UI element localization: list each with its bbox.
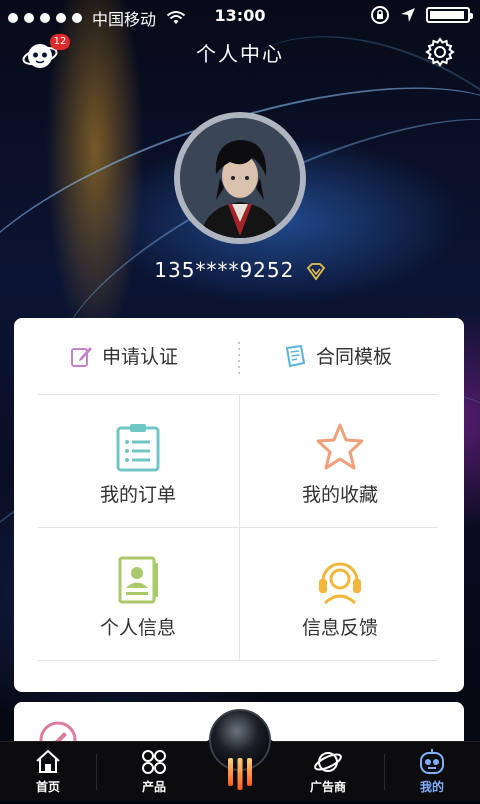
page-title: 个人中心 [196,42,284,66]
tab-products[interactable]: 产品 [106,742,202,801]
rocket-orb-icon [206,709,274,800]
contract-template-icon [285,344,306,367]
divider [38,660,438,661]
contract-template-label: 合同模板 [316,346,393,368]
divider-dots [238,340,240,376]
tab-home-label: 首页 [35,780,60,794]
tab-divider [96,754,97,790]
apply-certification-label: 申请认证 [102,346,179,368]
contract-template-button[interactable]: 合同模板 [284,342,392,369]
robot-icon [420,749,444,774]
username-row: 135****9252 [0,258,480,282]
my-favorites-button[interactable]: 我的收藏 [240,422,440,507]
products-icon [142,750,166,774]
clipboard-order-icon [116,424,160,472]
gear-icon [425,37,455,67]
center-launch-button[interactable] [200,706,280,800]
my-orders-button[interactable]: 我的订单 [38,422,238,507]
feedback-button[interactable]: 信息反馈 [240,555,440,640]
personal-info-button[interactable]: 个人信息 [38,555,238,640]
id-card-icon [118,556,158,604]
vip-diamond-icon [306,262,325,281]
profile-menu-card: 申请认证 合同模板 我的订单 我的收藏 个人信息 信息反馈 [14,318,464,692]
location-arrow-icon [401,8,415,22]
status-bar: 中国移动 13:00 [0,0,480,32]
my-favorites-label: 我的收藏 [301,484,378,506]
tab-home[interactable]: 首页 [0,742,96,801]
tab-mine[interactable]: 我的 [384,742,480,801]
my-orders-label: 我的订单 [99,484,176,506]
feedback-label: 信息反馈 [301,617,378,639]
rotation-lock-icon [371,6,389,24]
edit-certify-icon [71,346,92,367]
personal-info-label: 个人信息 [99,617,176,639]
star-icon [316,423,364,470]
tab-mine-label: 我的 [419,780,444,794]
quick-actions-row: 申请认证 合同模板 [14,318,464,394]
planet-icon [314,752,342,772]
divider [38,527,438,528]
avatar[interactable] [174,112,306,244]
apply-certification-button[interactable]: 申请认证 [70,342,178,369]
settings-button[interactable] [424,36,456,68]
battery-icon [426,7,473,23]
tab-advertisers-label: 广告商 [309,780,346,794]
divider [38,394,438,395]
headset-icon [319,562,361,605]
avatar-portrait [180,118,300,238]
tab-advertisers[interactable]: 广告商 [280,742,376,801]
home-icon [36,749,60,773]
username: 135****9252 [154,258,295,282]
tab-products-label: 产品 [141,780,166,794]
